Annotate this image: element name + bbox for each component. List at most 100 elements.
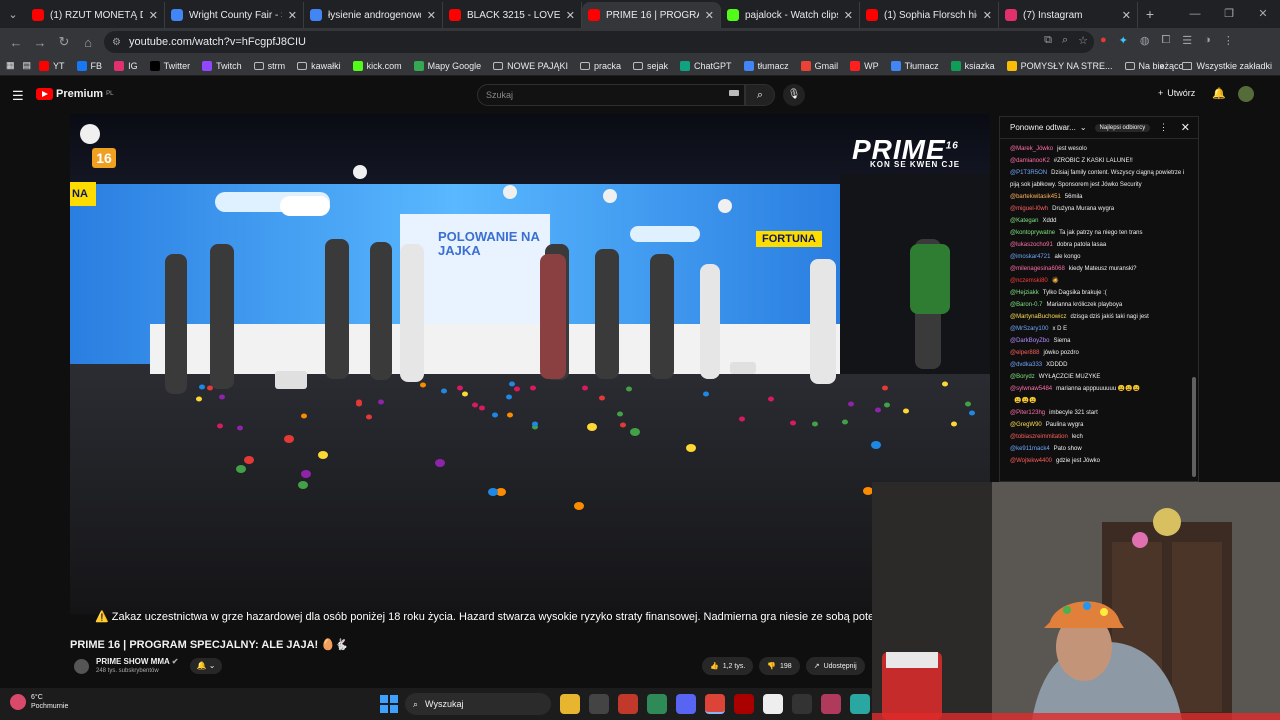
- browser-menu-icon[interactable]: ⋮: [1223, 34, 1234, 47]
- chat-author[interactable]: @Kategan: [1010, 218, 1038, 224]
- chat-author[interactable]: @ke911mack4: [1010, 446, 1050, 452]
- bookmark-item[interactable]: tłumacz: [743, 60, 789, 71]
- browser-tab[interactable]: pajalock - Watch clips on ✕: [721, 2, 860, 28]
- forward-icon[interactable]: →: [28, 35, 52, 50]
- chat-author[interactable]: @lukaszocho91: [1010, 242, 1053, 248]
- channel-name[interactable]: PRIME SHOW MMA ✔: [96, 657, 178, 666]
- new-tab-button[interactable]: +: [1138, 6, 1162, 22]
- chrome-icon[interactable]: [705, 694, 725, 714]
- app-icon[interactable]: [821, 694, 841, 714]
- bookmark-item[interactable]: kick.com: [352, 60, 402, 71]
- like-button[interactable]: 👍 1,2 tys.: [702, 657, 754, 675]
- zoom-icon[interactable]: ⌕: [1062, 34, 1068, 47]
- discord-icon[interactable]: [676, 694, 696, 714]
- browser-tab[interactable]: PRIME 16 | PROGRAM SPE ✕: [582, 2, 721, 28]
- browser-tab[interactable]: łysienie androgenowe - S ✕: [304, 2, 443, 28]
- chat-author[interactable]: @miguel-l0wh: [1010, 206, 1048, 212]
- chat-author[interactable]: @Marek_Jówko: [1010, 146, 1053, 152]
- video-player[interactable]: NA 16 POLOWANIE NA JAJKA FORTUNA PRIME16…: [70, 114, 990, 614]
- chat-author[interactable]: @Wojtekw4400: [1010, 458, 1052, 464]
- keyboard-icon[interactable]: [729, 90, 739, 96]
- all-bookmarks-link[interactable]: Wszystkie zakładki: [1196, 61, 1272, 71]
- chat-author[interactable]: @DarkBoyZbo: [1010, 338, 1049, 344]
- bookmark-item[interactable]: pracka: [580, 61, 621, 71]
- bookmark-item[interactable]: NOWE PAJĄKI: [493, 61, 568, 71]
- app-icon[interactable]: [850, 694, 870, 714]
- browser-tab[interactable]: (1) RZUT MONETĄ DECYDE ✕: [26, 2, 165, 28]
- browser-tab[interactable]: BLACK 3215 - LOVESTORY ✕: [443, 2, 582, 28]
- extensions-puzzle-icon[interactable]: ⧠: [1161, 34, 1170, 47]
- extension-icon[interactable]: ✦: [1119, 34, 1128, 47]
- maximize-button[interactable]: ❐: [1212, 0, 1246, 28]
- side-panel-icon[interactable]: ▤: [23, 60, 32, 71]
- chat-author[interactable]: @P1T3R5ON: [1010, 170, 1047, 176]
- account-avatar[interactable]: [1238, 86, 1254, 102]
- chat-author[interactable]: @bartekwitasik451: [1010, 194, 1061, 200]
- chat-author[interactable]: @Piter123hg: [1010, 410, 1045, 416]
- top-chat-filter[interactable]: Najlepsi odbiorcy: [1094, 123, 1151, 132]
- chat-author[interactable]: @kontoprywatne: [1010, 230, 1055, 236]
- chat-author[interactable]: @tobiaszreimmitation: [1010, 434, 1068, 440]
- bookmark-item[interactable]: ksiazka: [950, 60, 995, 71]
- chat-author[interactable]: @GregW90: [1010, 422, 1042, 428]
- close-chat-icon[interactable]: ✕: [1181, 121, 1190, 134]
- chat-author[interactable]: @milenagesina6068: [1010, 266, 1065, 272]
- more-options-icon[interactable]: ⋮: [1159, 122, 1168, 133]
- home-icon[interactable]: ⌂: [76, 35, 100, 50]
- profile-icon[interactable]: ◑: [1204, 34, 1211, 47]
- create-button[interactable]: + Utwórz: [1158, 88, 1195, 98]
- file-explorer-icon[interactable]: [560, 694, 580, 714]
- chat-author[interactable]: @MartynaBuchowicz: [1010, 314, 1066, 320]
- bookmark-item[interactable]: FB: [76, 60, 102, 71]
- bookmark-item[interactable]: POMYSŁY NA STRE...: [1006, 60, 1113, 71]
- close-tab-icon[interactable]: ✕: [288, 9, 297, 22]
- close-tab-icon[interactable]: ✕: [705, 9, 714, 22]
- shield-app-icon[interactable]: [647, 694, 667, 714]
- apps-grid-icon[interactable]: ▦: [6, 60, 15, 71]
- close-tab-icon[interactable]: ✕: [566, 9, 575, 22]
- bookmark-star-icon[interactable]: ☆: [1078, 34, 1088, 47]
- close-tab-icon[interactable]: ✕: [427, 9, 436, 22]
- chevron-down-icon[interactable]: ⌄: [1080, 123, 1087, 132]
- bookmark-item[interactable]: YT: [39, 60, 65, 71]
- chat-author[interactable]: @imoskar4721: [1010, 254, 1050, 260]
- settings-app-icon[interactable]: [589, 694, 609, 714]
- extension-icon[interactable]: ◍: [1140, 34, 1150, 47]
- search-input[interactable]: Szukaj: [477, 84, 745, 106]
- minimize-button[interactable]: —: [1178, 0, 1212, 28]
- dislike-button[interactable]: 👎 198: [759, 657, 800, 675]
- browser-tab[interactable]: (1) Sophia Florsch high sp ✕: [860, 2, 999, 28]
- bookmark-item[interactable]: kawałki: [297, 61, 341, 71]
- bookmark-item[interactable]: IG: [114, 60, 138, 71]
- close-tab-icon[interactable]: ✕: [1122, 9, 1131, 22]
- browser-tab[interactable]: (7) Instagram ✕: [999, 2, 1138, 28]
- tab-search-icon[interactable]: ⌄: [0, 0, 26, 28]
- close-tab-icon[interactable]: ✕: [983, 9, 992, 22]
- taskbar-search[interactable]: ⌕ Wyszukaj: [405, 693, 551, 715]
- youtube-logo[interactable]: Premium PL: [36, 88, 113, 100]
- app-icon[interactable]: [618, 694, 638, 714]
- close-window-button[interactable]: ✕: [1246, 0, 1280, 28]
- app-icon[interactable]: [763, 694, 783, 714]
- close-tab-icon[interactable]: ✕: [844, 9, 853, 22]
- bookmark-item[interactable]: WP: [850, 60, 879, 71]
- site-info-icon[interactable]: ⚙: [112, 37, 121, 48]
- chat-author[interactable]: @dvdka333: [1010, 362, 1042, 368]
- back-icon[interactable]: ←: [4, 35, 28, 50]
- chat-author[interactable]: @Baron-0.7: [1010, 302, 1042, 308]
- chat-author[interactable]: @sylwnaw5484: [1010, 386, 1052, 392]
- bookmark-item[interactable]: Mapy Google: [413, 60, 481, 71]
- reading-list-icon[interactable]: ☰: [1182, 34, 1192, 47]
- reload-icon[interactable]: ↻: [52, 34, 76, 50]
- search-button[interactable]: ⌕: [745, 84, 775, 106]
- browser-tab[interactable]: Wright County Fair - Szuk ✕: [165, 2, 304, 28]
- bookmark-item[interactable]: strm: [253, 61, 285, 71]
- address-bar[interactable]: ⚙ youtube.com/watch?v=hFcgpfJ8CIU ⧉ ⌕ ☆: [104, 31, 1094, 53]
- close-tab-icon[interactable]: ✕: [149, 9, 158, 22]
- app-icon[interactable]: [792, 694, 812, 714]
- weather-widget[interactable]: 6°C Pochmurnie: [10, 693, 68, 711]
- chat-author[interactable]: @elper888: [1010, 350, 1039, 356]
- record-extension-icon[interactable]: ●: [1100, 34, 1107, 47]
- install-app-icon[interactable]: ⧉: [1044, 34, 1052, 47]
- bookmark-item[interactable]: Gmail: [800, 60, 838, 71]
